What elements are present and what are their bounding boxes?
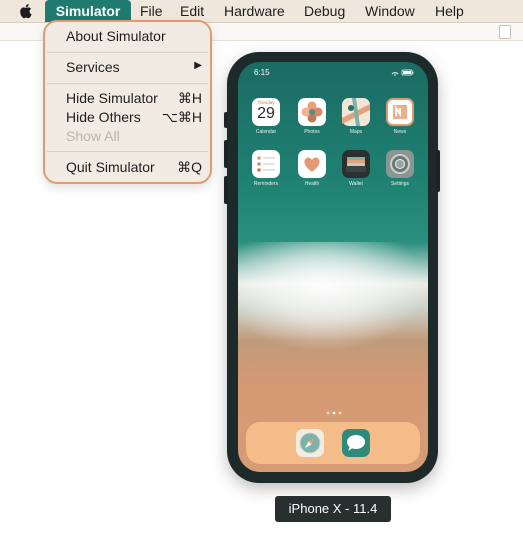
reminders-icon[interactable] [252, 150, 280, 178]
settings-icon[interactable] [386, 150, 414, 178]
menu-separator [47, 83, 208, 84]
menu-separator [47, 151, 208, 152]
apple-icon[interactable] [19, 3, 33, 19]
iphone-screen[interactable]: 6:15 Tuesday 29 Calendar Photos Maps New… [238, 62, 428, 472]
menu-debug[interactable]: Debug [304, 0, 345, 22]
volume-down-button[interactable] [224, 176, 228, 204]
wave-foam [238, 242, 428, 352]
dock [246, 422, 420, 464]
simulator-menu-dropdown: About Simulator Services ▶ Hide Simulato… [43, 20, 212, 184]
photos-icon[interactable] [298, 98, 326, 126]
menu-separator [47, 52, 208, 53]
app-label-reminders: Reminders [253, 181, 279, 187]
device-caption: iPhone X - 11.4 [275, 496, 391, 522]
document-icon [499, 25, 511, 39]
shortcut-hide: ⌘H [177, 90, 202, 106]
safari-icon[interactable] [296, 429, 324, 457]
calendar-icon[interactable]: Tuesday 29 [252, 98, 280, 126]
menu-item-services[interactable]: Services [66, 59, 120, 75]
menu-window[interactable]: Window [365, 0, 415, 22]
app-label-maps: Maps [349, 129, 363, 135]
messages-icon[interactable] [342, 429, 370, 457]
app-label-photos: Photos [304, 129, 320, 135]
menu-edit[interactable]: Edit [180, 0, 204, 22]
mute-switch [224, 112, 228, 128]
menu-help[interactable]: Help [435, 0, 464, 22]
status-icons [391, 69, 414, 76]
shortcut-quit: ⌘Q [177, 159, 202, 175]
volume-up-button[interactable] [224, 140, 228, 168]
shortcut-hide-others: ⌥⌘H [161, 109, 202, 125]
health-icon[interactable] [298, 150, 326, 178]
side-button[interactable] [436, 150, 440, 192]
menu-item-quit-simulator[interactable]: Quit Simulator [66, 159, 155, 175]
app-label-health: Health [304, 181, 320, 187]
app-label-settings: Settings [390, 181, 410, 187]
menu-item-hide-simulator[interactable]: Hide Simulator [66, 90, 158, 106]
app-label-calendar: Calendar [255, 129, 277, 135]
page-indicator[interactable] [324, 411, 344, 415]
maps-icon[interactable] [342, 98, 370, 126]
menu-simulator[interactable]: Simulator [45, 0, 131, 22]
submenu-arrow-icon: ▶ [194, 60, 202, 71]
news-icon[interactable] [386, 98, 414, 126]
menu-hardware[interactable]: Hardware [224, 0, 285, 22]
app-label-news: News [393, 129, 407, 135]
wallet-icon[interactable] [342, 150, 370, 178]
status-time: 6:15 [254, 68, 270, 77]
calendar-date: 29 [257, 105, 275, 122]
menu-item-hide-others[interactable]: Hide Others [66, 109, 141, 125]
app-label-wallet: Wallet [349, 181, 363, 187]
menu-item-about-simulator[interactable]: About Simulator [66, 28, 166, 44]
menu-file[interactable]: File [140, 0, 163, 22]
menu-item-show-all: Show All [66, 128, 120, 144]
